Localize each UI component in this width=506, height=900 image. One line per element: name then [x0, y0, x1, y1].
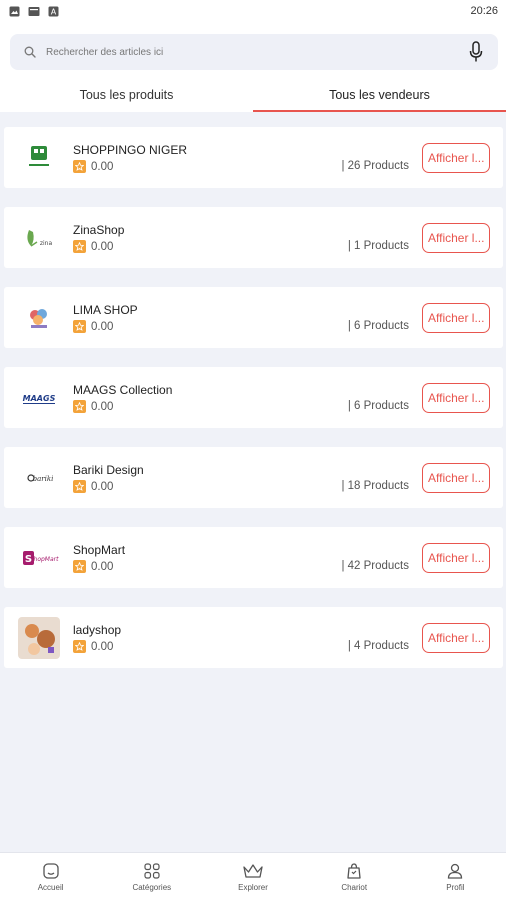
- rating-value: 0.00: [91, 160, 114, 173]
- star-icon: [73, 240, 86, 253]
- user-icon: [448, 863, 463, 879]
- product-count: | 1 Products: [347, 240, 409, 252]
- status-time: 20:26: [470, 5, 498, 17]
- vendor-rating: 0.00: [73, 160, 113, 173]
- tab-bar: Tous les produits Tous les vendeurs: [0, 78, 506, 112]
- nav-home[interactable]: Accueil: [0, 853, 101, 900]
- nav-label: Accueil: [37, 882, 64, 892]
- star-icon: [73, 560, 86, 573]
- rating-value: 0.00: [91, 240, 114, 253]
- product-count: | 6 Products: [347, 320, 409, 332]
- vendor-name: SHOPPINGO NIGER: [73, 143, 188, 157]
- rating-value: 0.00: [91, 400, 114, 413]
- bottom-nav: Accueil Catégories Explorer Chariot Prof…: [0, 852, 506, 900]
- vendor-card[interactable]: ladyshop 0.00 | 4 Products Afficher l...: [4, 607, 503, 668]
- tab-all-products[interactable]: Tous les produits: [0, 78, 253, 112]
- product-count: | 4 Products: [347, 640, 409, 652]
- nav-profile[interactable]: Profil: [405, 853, 506, 900]
- status-icons: A: [9, 6, 59, 17]
- nav-label: Chariot: [341, 882, 368, 892]
- header: Tous les produits Tous les vendeurs: [0, 22, 506, 112]
- rating-value: 0.00: [91, 560, 114, 573]
- svg-text:bariki: bariki: [33, 475, 54, 483]
- nav-label: Explorer: [238, 882, 268, 892]
- star-icon: [73, 400, 86, 413]
- vendor-card[interactable]: bariki Bariki Design 0.00 | 18 Products …: [4, 447, 503, 508]
- vendor-logo: zina: [18, 217, 60, 259]
- app-icon: A: [48, 6, 59, 16]
- vendor-list: SHOPPINGO NIGER 0.00 | 26 Products Affic…: [4, 127, 503, 687]
- view-shop-button[interactable]: Afficher l...: [422, 223, 490, 253]
- home-icon: [42, 862, 59, 879]
- vendor-logo: [18, 137, 60, 179]
- vendor-card[interactable]: S hopMart ShopMart 0.00 | 42 Products Af…: [4, 527, 503, 588]
- view-shop-button[interactable]: Afficher l...: [422, 463, 490, 493]
- vendor-rating: 0.00: [73, 320, 113, 333]
- product-count: | 42 Products: [341, 560, 409, 572]
- gallery-icon: [9, 6, 20, 16]
- product-count: | 18 Products: [341, 480, 409, 492]
- nav-label: Catégories: [132, 882, 172, 892]
- vendor-logo: MAAGS: [18, 377, 60, 419]
- vendor-name: ladyshop: [73, 623, 122, 637]
- vendor-card[interactable]: zina ZinaShop 0.00 | 1 Products Afficher…: [4, 207, 503, 268]
- mic-icon: [469, 41, 483, 62]
- vendor-rating: 0.00: [73, 240, 113, 253]
- vendor-name: MAAGS Collection: [73, 383, 173, 397]
- rating-value: 0.00: [91, 480, 114, 493]
- image-icon: [28, 6, 40, 16]
- rating-value: 0.00: [91, 640, 114, 653]
- vendor-logo: bariki: [18, 457, 60, 499]
- crown-icon: [243, 863, 263, 878]
- svg-text:MAAGS: MAAGS: [23, 394, 56, 403]
- vendor-logo: [18, 617, 60, 659]
- svg-text:A: A: [51, 7, 57, 16]
- svg-text:S: S: [25, 554, 32, 565]
- vendor-logo: [18, 297, 60, 339]
- vendor-name: Bariki Design: [73, 463, 144, 477]
- view-shop-button[interactable]: Afficher l...: [422, 383, 490, 413]
- tab-all-vendors[interactable]: Tous les vendeurs: [253, 78, 506, 112]
- nav-explore[interactable]: Explorer: [202, 853, 303, 900]
- search-input[interactable]: [46, 46, 466, 58]
- product-count: | 6 Products: [347, 400, 409, 412]
- star-icon: [73, 160, 86, 173]
- view-shop-button[interactable]: Afficher l...: [422, 623, 490, 653]
- vendor-rating: 0.00: [73, 560, 113, 573]
- view-shop-button[interactable]: Afficher l...: [422, 303, 490, 333]
- vendor-name: LIMA SHOP: [73, 303, 138, 317]
- product-count: | 26 Products: [341, 160, 409, 172]
- star-icon: [73, 640, 86, 653]
- mic-button[interactable]: [466, 40, 486, 64]
- nav-cart[interactable]: Chariot: [304, 853, 405, 900]
- vendor-name: ZinaShop: [73, 223, 125, 237]
- cart-bag-icon: [347, 862, 361, 879]
- nav-label: Profil: [446, 882, 465, 892]
- svg-text:zina: zina: [40, 240, 53, 247]
- vendor-card[interactable]: MAAGS MAAGS Collection 0.00 | 6 Products…: [4, 367, 503, 428]
- vendor-rating: 0.00: [73, 640, 113, 653]
- search-icon: [24, 46, 36, 58]
- vendor-logo: S hopMart: [18, 537, 60, 579]
- view-shop-button[interactable]: Afficher l...: [422, 143, 490, 173]
- svg-text:hopMart: hopMart: [34, 556, 59, 563]
- rating-value: 0.00: [91, 320, 114, 333]
- vendor-rating: 0.00: [73, 400, 113, 413]
- vendor-card[interactable]: LIMA SHOP 0.00 | 6 Products Afficher l..…: [4, 287, 503, 348]
- vendor-name: ShopMart: [73, 543, 126, 557]
- nav-categories[interactable]: Catégories: [101, 853, 202, 900]
- view-shop-button[interactable]: Afficher l...: [422, 543, 490, 573]
- categories-icon: [144, 862, 160, 879]
- star-icon: [73, 320, 86, 333]
- search-bar[interactable]: [10, 34, 498, 70]
- status-bar: A 20:26: [0, 0, 506, 22]
- vendor-rating: 0.00: [73, 480, 113, 493]
- star-icon: [73, 480, 86, 493]
- vendor-card[interactable]: SHOPPINGO NIGER 0.00 | 26 Products Affic…: [4, 127, 503, 188]
